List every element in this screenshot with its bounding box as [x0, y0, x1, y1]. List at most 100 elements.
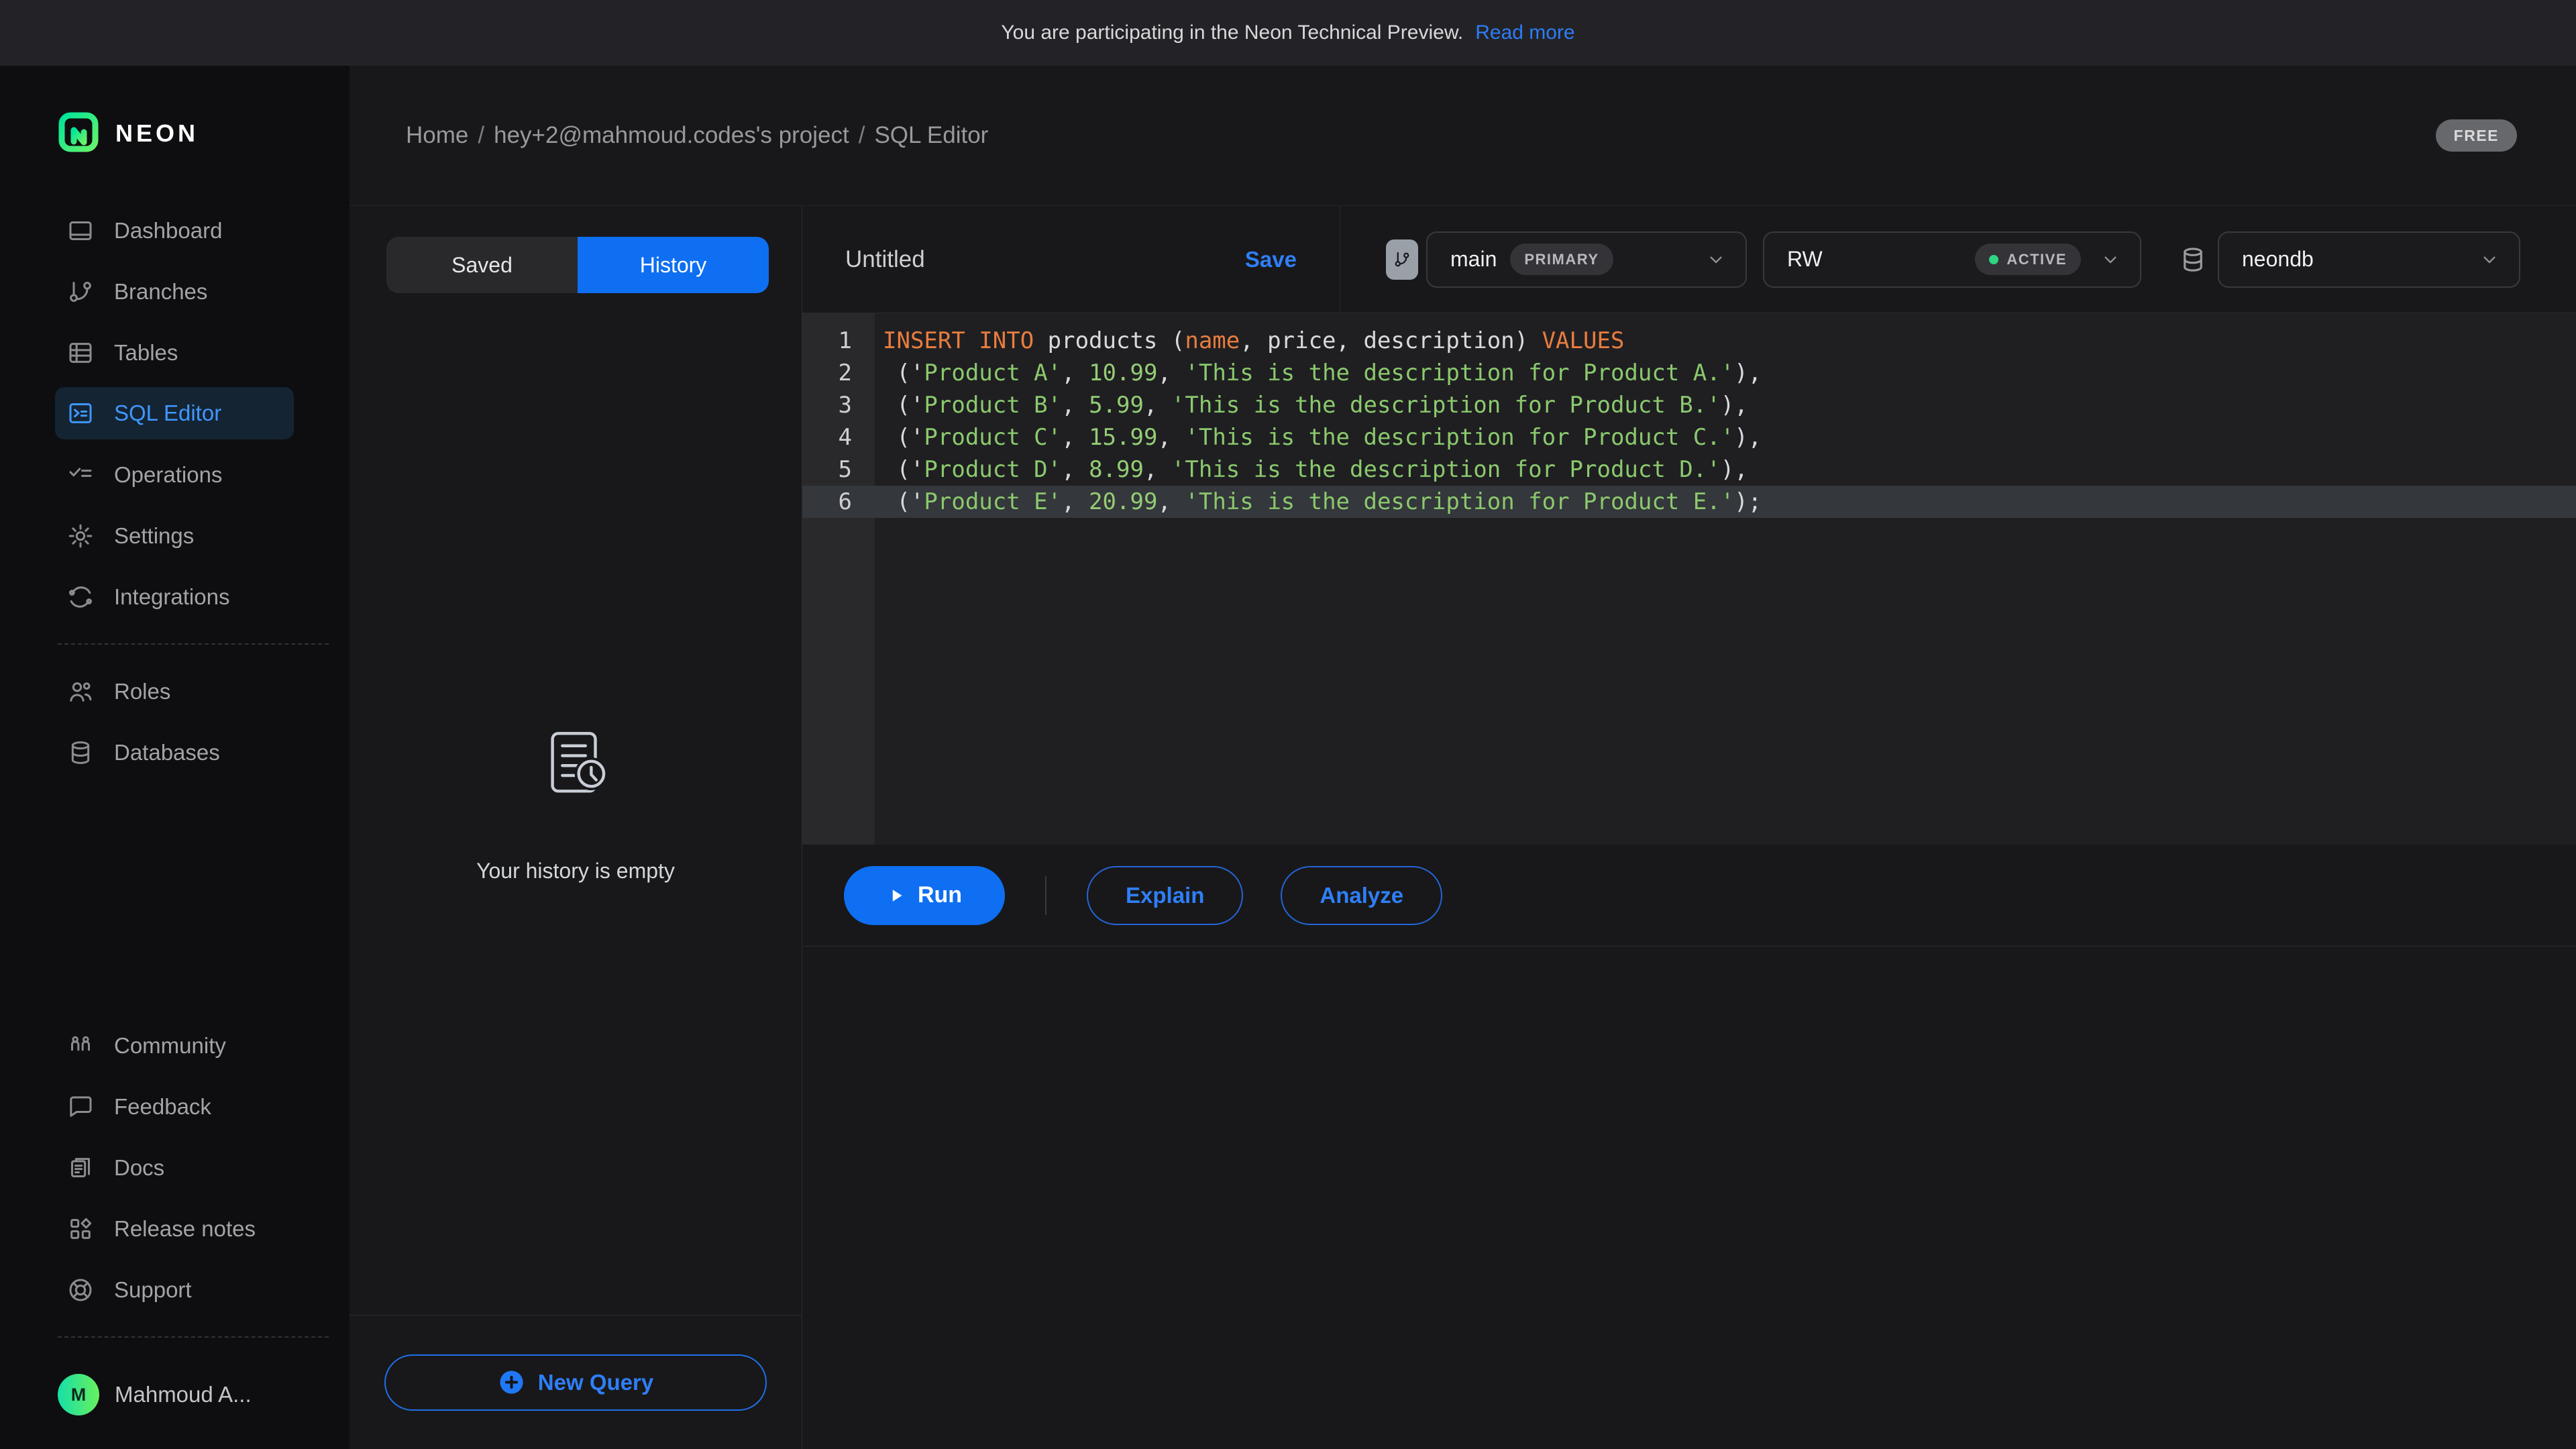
new-query-label: New Query: [538, 1370, 653, 1395]
sidebar-item-label: Docs: [114, 1155, 164, 1181]
history-footer: New Query: [350, 1315, 802, 1449]
explain-button[interactable]: Explain: [1087, 866, 1243, 925]
code-line[interactable]: 6 ('Product E', 20.99, 'This is the desc…: [802, 486, 2576, 518]
sidebar-item-docs[interactable]: Docs: [55, 1137, 294, 1198]
brand-logo[interactable]: NEON: [0, 66, 350, 154]
page-header: Home/hey+2@mahmoud.codes's project/SQL E…: [350, 66, 2576, 205]
editor-toolbar: Untitled Save main: [802, 206, 2576, 313]
plus-circle-icon: [498, 1368, 525, 1396]
query-title[interactable]: Untitled: [845, 246, 925, 273]
status-label: ACTIVE: [2006, 251, 2067, 268]
checklist-icon: [67, 462, 94, 488]
tab-saved[interactable]: Saved: [386, 237, 578, 293]
sidebar-footer-divider: [58, 1336, 329, 1338]
code-line[interactable]: 3 ('Product B', 5.99, 'This is the descr…: [802, 389, 2576, 421]
sidebar-item-branches[interactable]: Branches: [55, 261, 294, 322]
analyze-button[interactable]: Analyze: [1281, 866, 1442, 925]
message-icon: [67, 1093, 94, 1120]
compute-select[interactable]: RW ACTIVE: [1763, 231, 2141, 288]
table-icon: [67, 339, 94, 366]
code-line[interactable]: 2 ('Product A', 10.99, 'This is the desc…: [802, 357, 2576, 389]
code-editor[interactable]: 1INSERT INTO products (name, price, desc…: [802, 313, 2576, 845]
branch-name: main: [1450, 247, 1497, 272]
sidebar-item-label: Support: [114, 1277, 192, 1303]
sidebar-nav-main: Dashboard Branches Tables SQL Editor Operati…: [0, 200, 350, 627]
sidebar-item-operations[interactable]: Operations: [55, 444, 294, 505]
read-more-link[interactable]: Read more: [1475, 21, 1574, 44]
sidebar-item-label: Integrations: [114, 584, 229, 610]
results-area: [802, 947, 2576, 1449]
primary-badge: PRIMARY: [1510, 244, 1613, 275]
neon-logo-icon: [58, 111, 99, 156]
sidebar-item-integrations[interactable]: Integrations: [55, 566, 294, 627]
sidebar-item-label: Feedback: [114, 1094, 211, 1120]
sidebar-item-label: Branches: [114, 279, 207, 305]
breadcrumb-separator: /: [478, 122, 484, 148]
sidebar-item-roles[interactable]: Roles: [55, 661, 294, 722]
sidebar-item-feedback[interactable]: Feedback: [55, 1076, 294, 1137]
breadcrumb[interactable]: Home/hey+2@mahmoud.codes's project/SQL E…: [406, 122, 988, 149]
sidebar-item-tables[interactable]: Tables: [55, 322, 294, 383]
code-text: ('Product A', 10.99, 'This is the descri…: [875, 357, 1762, 389]
database-select[interactable]: neondb: [2218, 231, 2520, 288]
chevron-down-icon: [1705, 249, 1727, 270]
shapes-icon: [67, 1216, 94, 1242]
code-line[interactable]: 1INSERT INTO products (name, price, desc…: [802, 325, 2576, 357]
code-line[interactable]: 4 ('Product C', 15.99, 'This is the desc…: [802, 421, 2576, 453]
database-icon: [67, 739, 94, 766]
line-number: 2: [802, 357, 875, 389]
sidebar-item-dashboard[interactable]: Dashboard: [55, 200, 294, 261]
code-text: ('Product E', 20.99, 'This is the descri…: [875, 486, 1762, 518]
breadcrumb-item[interactable]: hey+2@mahmoud.codes's project: [494, 122, 849, 148]
sidebar-item-sql-editor[interactable]: SQL Editor: [55, 387, 294, 439]
chevron-down-icon: [2100, 249, 2121, 270]
code-text: ('Product C', 15.99, 'This is the descri…: [875, 421, 1762, 453]
code-text: ('Product D', 8.99, 'This is the descrip…: [875, 453, 1748, 486]
sidebar-item-support[interactable]: Support: [55, 1259, 294, 1320]
gear-icon: [67, 523, 94, 549]
sidebar-nav-secondary: Roles Databases: [0, 661, 350, 783]
avatar: M: [58, 1374, 99, 1415]
database-icon: [2179, 246, 2207, 274]
sidebar-item-label: Tables: [114, 340, 178, 366]
sidebar-item-release-notes[interactable]: Release notes: [55, 1198, 294, 1259]
sql-editor-pane: Untitled Save main: [802, 206, 2576, 1449]
sidebar-item-settings[interactable]: Settings: [55, 505, 294, 566]
sidebar-item-label: Operations: [114, 462, 222, 488]
sidebar-item-label: Settings: [114, 523, 194, 549]
code-text: ('Product B', 5.99, 'This is the descrip…: [875, 389, 1748, 421]
user-name: Mahmoud A...: [115, 1382, 252, 1407]
code-line[interactable]: 5 ('Product D', 8.99, 'This is the descr…: [802, 453, 2576, 486]
sidebar-item-label: Release notes: [114, 1216, 256, 1242]
save-button[interactable]: Save: [1245, 247, 1297, 272]
plan-badge: FREE: [2436, 119, 2517, 152]
line-number: 1: [802, 325, 875, 357]
sidebar-item-databases[interactable]: Databases: [55, 722, 294, 783]
code-text: INSERT INTO products (name, price, descr…: [875, 325, 1624, 357]
sidebar-item-community[interactable]: Community: [55, 1015, 294, 1076]
breadcrumb-item[interactable]: SQL Editor: [874, 122, 988, 148]
breadcrumb-item[interactable]: Home: [406, 122, 468, 148]
line-number: 3: [802, 389, 875, 421]
user-menu[interactable]: M Mahmoud A...: [58, 1374, 350, 1415]
chevron-down-icon: [2479, 249, 2500, 270]
sync-icon: [67, 584, 94, 610]
sidebar: NEON Dashboard Branches Tables SQL Editor Op…: [0, 66, 350, 1449]
users-icon: [67, 678, 94, 705]
tab-history[interactable]: History: [578, 237, 769, 293]
community-icon: [67, 1032, 94, 1059]
branch-select[interactable]: main PRIMARY: [1426, 231, 1747, 288]
actions-divider: [1045, 876, 1046, 915]
sidebar-item-label: Roles: [114, 679, 170, 704]
branch-badge-icon[interactable]: [1386, 239, 1418, 280]
run-button[interactable]: Run: [844, 866, 1005, 925]
sidebar-item-label: SQL Editor: [114, 400, 221, 426]
active-status-badge: ACTIVE: [1975, 244, 2081, 275]
window-icon: [67, 217, 94, 244]
sidebar-item-label: Databases: [114, 740, 220, 765]
new-query-button[interactable]: New Query: [384, 1354, 767, 1411]
branch-icon: [67, 278, 94, 305]
history-empty-state: Your history is empty: [350, 293, 802, 1315]
play-icon: [887, 885, 907, 906]
docs-icon: [67, 1155, 94, 1181]
